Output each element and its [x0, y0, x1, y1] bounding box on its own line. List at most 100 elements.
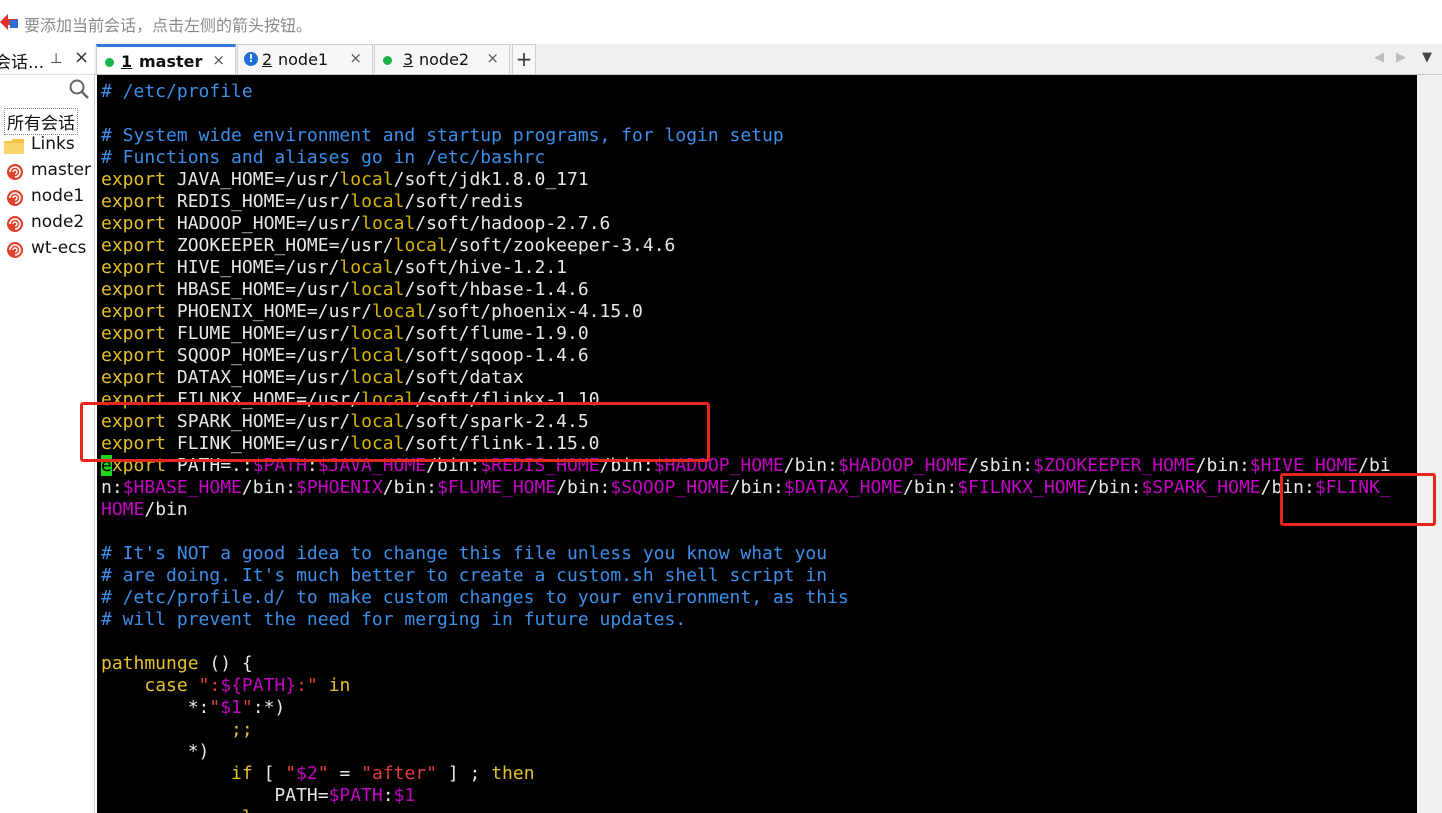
terminal-token: else	[231, 807, 274, 813]
terminal-token: /bin:	[783, 455, 838, 476]
terminal-line: # /etc/profile.d/ to make custom changes…	[101, 587, 1391, 609]
tab-scroll-right-icon[interactable]: ▶	[1396, 50, 1406, 65]
tab-close-icon[interactable]: ×	[349, 49, 362, 67]
terminal-token: local	[339, 169, 394, 190]
terminal-token: /bin:	[382, 477, 437, 498]
terminal-token: () {	[198, 653, 253, 674]
close-icon[interactable]: ×	[74, 47, 89, 68]
session-search-input[interactable]	[0, 76, 94, 102]
terminal-line: export FLUME_HOME=/usr/local/soft/flume-…	[101, 323, 1391, 345]
terminal-token: $HBASE_HOME	[122, 477, 242, 498]
session-snail-icon	[7, 242, 23, 258]
tree-item-all-sessions[interactable]: 所有会话	[0, 108, 80, 135]
terminal-line: export ZOOKEEPER_HOME=/usr/local/soft/zo…	[101, 235, 1391, 257]
folder-icon	[4, 139, 24, 154]
tree-item-label: 所有会话	[4, 108, 78, 135]
terminal-token: # System wide environment and startup pr…	[101, 125, 784, 146]
terminal-line: else	[101, 807, 1391, 813]
tab-master[interactable]: 1 master ×	[96, 44, 236, 74]
terminal-line: case ":${PATH}:" in	[101, 675, 1391, 697]
warning-status-icon: !	[244, 52, 258, 66]
connected-status-icon	[383, 56, 392, 65]
terminal-token: local	[350, 345, 405, 366]
terminal-token: HIVE_HOME=/usr/	[166, 257, 340, 278]
terminal-line: if [ "$2" = "after" ] ; then	[101, 763, 1391, 785]
sessions-panel-header: 会话... ⊥ ×	[0, 44, 94, 75]
terminal-token: "	[209, 697, 221, 718]
terminal-token: local	[393, 235, 448, 256]
tab-scroll-left-icon[interactable]: ◀	[1374, 50, 1384, 65]
terminal-token: $DATAX_HOME	[783, 477, 904, 498]
tree-item-master[interactable]: master	[0, 160, 94, 184]
terminal-token: "	[285, 763, 297, 784]
terminal-token: /soft/datax	[404, 367, 524, 388]
terminal-token: $PATH	[328, 785, 383, 806]
terminal-token: $SQOOP_HOME	[610, 477, 730, 498]
search-icon[interactable]	[68, 78, 90, 100]
tab-list-menu-icon[interactable]: ▼	[1422, 50, 1432, 65]
tree-item-label: node1	[31, 186, 85, 206]
terminal-token: /soft/phoenix-4.15.0	[426, 301, 643, 322]
terminal-token: $1	[393, 785, 416, 806]
terminal-line: # Functions and aliases go in /etc/bashr…	[101, 147, 1391, 169]
terminal-line: export HADOOP_HOME=/usr/local/soft/hadoo…	[101, 213, 1391, 235]
terminal-token: /bin:	[241, 477, 297, 498]
tab-node2[interactable]: 3 node2 ×	[374, 44, 510, 74]
terminal-token: :"	[296, 675, 318, 696]
tree-item-links[interactable]: Links	[0, 134, 90, 158]
terminal-line: export HIVE_HOME=/usr/local/soft/hive-1.…	[101, 257, 1391, 279]
terminal-line: export SQOOP_HOME=/usr/local/soft/sqoop-…	[101, 345, 1391, 367]
terminal-scrollbar[interactable]	[1417, 75, 1442, 813]
terminal-token: $SPARK_HOME	[1141, 477, 1261, 498]
terminal-line: # System wide environment and startup pr…	[101, 125, 1391, 147]
terminal-line: export HBASE_HOME=/usr/local/soft/hbase-…	[101, 279, 1391, 301]
terminal-token: pathmunge	[101, 653, 199, 674]
pin-icon[interactable]: ⊥	[50, 51, 62, 67]
tree-item-label: master	[31, 160, 91, 180]
tree-item-node2[interactable]: node2	[0, 212, 94, 236]
terminal-token: "after"	[361, 763, 437, 784]
tree-item-node1[interactable]: node1	[0, 186, 94, 210]
terminal-token: local	[350, 323, 405, 344]
terminal-token: /bin:	[1087, 477, 1142, 498]
terminal-token: then	[491, 763, 535, 784]
terminal-token: /soft/hbase-1.4.6	[404, 279, 589, 300]
terminal-line: pathmunge () {	[101, 653, 1391, 675]
terminal-token: SQOOP_HOME=/usr/	[166, 345, 351, 366]
terminal-token: ":	[198, 675, 221, 696]
terminal-token: # It's NOT a good idea to change this fi…	[101, 543, 828, 564]
terminal-token: PHOENIX_HOME=/usr/	[166, 301, 372, 322]
terminal-token: local	[339, 257, 394, 278]
terminal-line: PATH=$PATH:$1	[101, 785, 1391, 807]
add-session-arrow-icon[interactable]	[0, 14, 18, 30]
terminal-token: /soft/zookeeper-3.4.6	[447, 235, 676, 256]
tab-close-icon[interactable]: ×	[212, 51, 225, 69]
tab-close-icon[interactable]: ×	[486, 49, 499, 67]
terminal-token: # are doing. It's much better to create …	[101, 565, 828, 586]
terminal-token: PATH=	[101, 785, 329, 806]
session-tab-bar: 1 master × ! 2 node1 × 3 node2 × + ◀ ▶ ▼	[94, 44, 1442, 75]
terminal-token: local	[350, 191, 405, 212]
terminal-token: ${PATH}	[220, 675, 297, 696]
terminal-line: export REDIS_HOME=/usr/local/soft/redis	[101, 191, 1391, 213]
session-snail-icon	[7, 164, 23, 180]
terminal-token: /bin	[144, 499, 188, 520]
tree-item-label: node2	[31, 212, 85, 232]
terminal-line: # It's NOT a good idea to change this fi…	[101, 543, 1391, 565]
terminal-line: # will prevent the need for merging in f…	[101, 609, 1391, 631]
terminal-line: export DATAX_HOME=/usr/local/soft/datax	[101, 367, 1391, 389]
terminal-token: /soft/hadoop-2.7.6	[415, 213, 611, 234]
terminal-line: n:$HBASE_HOME/bin:$PHOENIX/bin:$FLUME_HO…	[101, 477, 1391, 499]
terminal-token: /soft/jdk1.8.0_171	[393, 169, 589, 190]
terminal-line: export JAVA_HOME=/usr/local/soft/jdk1.8.…	[101, 169, 1391, 191]
add-tab-button[interactable]: +	[512, 44, 536, 74]
tab-node1[interactable]: ! 2 node1 ×	[237, 44, 373, 74]
terminal-token: # /etc/profile.d/ to make custom changes…	[101, 587, 849, 608]
tree-item-wt-ecs[interactable]: wt-ecs	[0, 238, 94, 262]
terminal-token: export	[101, 235, 167, 256]
terminal-token: JAVA_HOME=/usr/	[166, 169, 340, 190]
